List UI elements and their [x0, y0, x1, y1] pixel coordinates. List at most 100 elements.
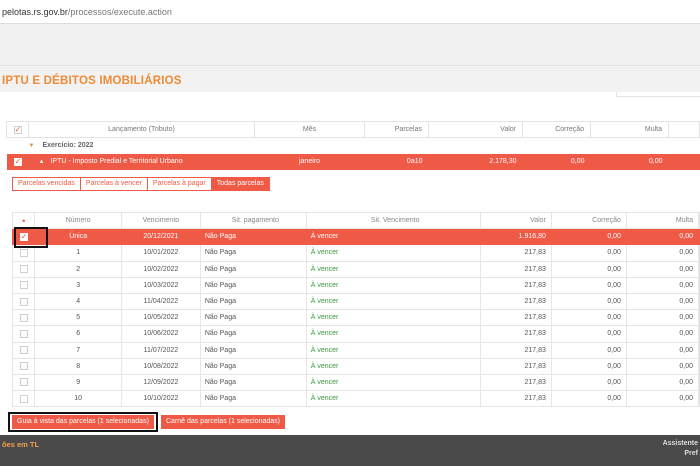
parcela-select-cell[interactable] — [11, 276, 36, 294]
parcela-checkbox[interactable] — [19, 394, 28, 403]
parcela-sit-vencimento: À vencer — [305, 325, 481, 343]
parcela-select-cell[interactable] — [11, 292, 36, 311]
parcela-correcao: 0,00 — [550, 325, 627, 343]
parcela-select-cell[interactable] — [11, 390, 36, 408]
parcela-valor: 217,83 — [479, 276, 552, 294]
parcela-valor: 217,83 — [479, 244, 552, 262]
tab-parcelas-a-vencer[interactable]: Parcelas à vencer — [79, 177, 148, 191]
parcela-checkbox[interactable] — [19, 248, 28, 257]
parcela-vencimento: 10/02/2022 — [120, 260, 201, 278]
parcela-spacer — [698, 260, 700, 278]
highlight-guia-button — [8, 412, 158, 432]
lancamento-checkbox[interactable] — [13, 157, 22, 166]
parcela-row[interactable]: 5 10/05/2022 Não Paga À vencer 217,83 0,00 0,0… — [11, 309, 700, 327]
parcela-row[interactable]: Única20/12/2021Não PagaÀ vencer1.916,800… — [11, 228, 700, 246]
parcela-checkbox[interactable] — [19, 265, 28, 274]
col-correcao-parcela: Correção — [550, 211, 627, 230]
parcela-checkbox[interactable] — [19, 281, 28, 290]
parcela-select-cell[interactable] — [11, 325, 36, 343]
parcela-valor: 217,83 — [479, 390, 552, 408]
parcela-spacer — [698, 390, 700, 408]
carne-parcelas-button[interactable]: Carnê das parcelas (1 selecionadas) — [161, 415, 286, 429]
parcela-multa: 0,00 — [625, 341, 700, 359]
col-multa: Multa — [590, 121, 669, 138]
site-header — [0, 24, 700, 66]
parcela-sit-pagamento: Não Paga — [199, 276, 307, 294]
parcela-valor: 217,83 — [479, 357, 552, 375]
parcela-row[interactable]: 8 10/08/2022 Não Paga À vencer 217,83 0,00 0,0… — [11, 357, 700, 375]
caret-down-icon[interactable]: ▼ — [29, 143, 35, 149]
parcela-sit-pagamento: Não Paga — [199, 373, 307, 392]
parcela-valor: 217,83 — [479, 292, 552, 311]
parcela-checkbox[interactable] — [19, 329, 28, 338]
parcela-numero: 3 — [34, 276, 122, 294]
parcela-sit-pagamento: Não Paga — [199, 309, 307, 327]
col-spacer — [668, 121, 700, 138]
col-mes: Mês — [254, 121, 365, 138]
parcela-select-cell[interactable] — [11, 341, 36, 359]
parcela-select-cell[interactable] — [11, 309, 36, 327]
caret-up-icon[interactable]: ▲ — [39, 159, 45, 165]
lancamento-tributo: IPTU - Imposto Predial e Territorial Urb… — [50, 158, 183, 165]
lancamento-valor: 2.178,30 — [428, 153, 523, 170]
parcela-vencimento: 20/12/2021 — [120, 228, 201, 246]
parcela-select-cell[interactable] — [11, 373, 36, 392]
parcela-checkbox[interactable] — [19, 346, 28, 355]
parcela-numero: 10 — [34, 390, 122, 408]
parcela-sit-pagamento: Não Paga — [199, 341, 307, 359]
parcela-sit-vencimento: À vencer — [305, 260, 481, 278]
parcela-vencimento: 10/10/2022 — [120, 390, 201, 408]
parcelas-table: • Número Vencimento Sit. pagamento Sit. … — [11, 211, 700, 408]
footer-right-line1[interactable]: Assistente — [663, 440, 698, 447]
col-valor: Valor — [428, 121, 523, 138]
parcela-numero: 2 — [34, 260, 122, 278]
parcela-checkbox[interactable] — [19, 313, 28, 322]
footer-link[interactable]: ões em TL — [2, 440, 39, 449]
parcela-sit-vencimento: À vencer — [305, 292, 481, 311]
parcela-spacer — [698, 244, 700, 262]
parcela-row[interactable]: 7 11/07/2022 Não Paga À vencer 217,83 0,00 0,0… — [11, 341, 700, 359]
parcela-multa: 0,00 — [625, 325, 700, 343]
parcela-checkbox[interactable] — [19, 378, 28, 387]
parcela-correcao: 0,00 — [550, 276, 627, 294]
lancamento-multa: 0,00 — [590, 153, 669, 170]
parcela-spacer — [698, 325, 700, 343]
parcela-sit-pagamento: Não Paga — [199, 244, 307, 262]
col-parcelas: Parcelas — [364, 121, 429, 138]
parcela-multa: 0,00 — [625, 260, 700, 278]
parcela-row[interactable]: 3 10/03/2022 Não Paga À vencer 217,83 0,00 0,0… — [11, 276, 700, 294]
select-all-parcelas-dot[interactable]: • — [22, 216, 25, 226]
parcela-row[interactable]: 1 10/01/2022 Não Paga À vencer 217,83 0,00 0,0… — [11, 244, 700, 262]
footer-right-line2[interactable]: Pref — [684, 450, 698, 457]
parcela-sit-pagamento: Não Paga — [199, 390, 307, 408]
parcela-vencimento: 11/04/2022 — [120, 292, 201, 311]
parcela-multa: 0,00 — [625, 357, 700, 375]
lancamento-row[interactable]: ▲ IPTU - Imposto Predial e Territorial Ur… — [6, 153, 700, 170]
parcela-row[interactable]: 2 10/02/2022 Não Paga À vencer 217,83 0,00 0,0… — [11, 260, 700, 278]
col-sit-pagamento: Sit. pagamento — [199, 211, 307, 230]
parcela-sit-vencimento: À vencer — [305, 341, 481, 359]
parcela-checkbox[interactable] — [19, 362, 28, 371]
parcela-row[interactable]: 6 10/06/2022 Não Paga À vencer 217,83 0,00 0,0… — [11, 325, 700, 343]
parcela-numero: 8 — [34, 357, 122, 375]
exercicio-group-row[interactable]: ▼ Exercício: 2022 — [7, 138, 700, 154]
tab-parcelas-a-pagar[interactable]: Parcelas à pagar — [146, 177, 212, 191]
parcela-row[interactable]: 10 10/10/2022 Não Paga À vencer 217,83 0,00 0,… — [11, 390, 700, 408]
page-title: IPTU E DÉBITOS IMOBILIÁRIOS — [2, 75, 182, 87]
highlight-selected-checkbox — [14, 227, 48, 248]
parcela-checkbox[interactable] — [19, 297, 28, 306]
parcela-row[interactable]: 4 11/04/2022 Não Paga À vencer 217,83 0,00 0,0… — [11, 292, 700, 311]
parcela-spacer — [698, 341, 700, 359]
parcela-correcao: 0,00 — [550, 373, 627, 392]
parcela-valor: 217,83 — [479, 325, 552, 343]
tab-todas-parcelas[interactable]: Todas parcelas — [210, 177, 270, 191]
browser-address-bar[interactable]: pelotas.rs.gov.br/processos/execute.acti… — [0, 0, 700, 24]
parcela-select-cell[interactable] — [11, 357, 36, 375]
parcela-row[interactable]: 9 12/09/2022 Não Paga À vencer 217,83 0,00 0,0… — [11, 373, 700, 392]
select-all-checkbox[interactable] — [13, 125, 22, 134]
parcela-select-cell[interactable] — [11, 260, 36, 278]
tab-parcelas-vencidas[interactable]: Parcelas vencidas — [12, 177, 81, 191]
select-all-cell[interactable] — [6, 121, 29, 138]
parcela-correcao: 0,00 — [550, 390, 627, 408]
lancamento-mes: janeiro — [254, 153, 365, 170]
